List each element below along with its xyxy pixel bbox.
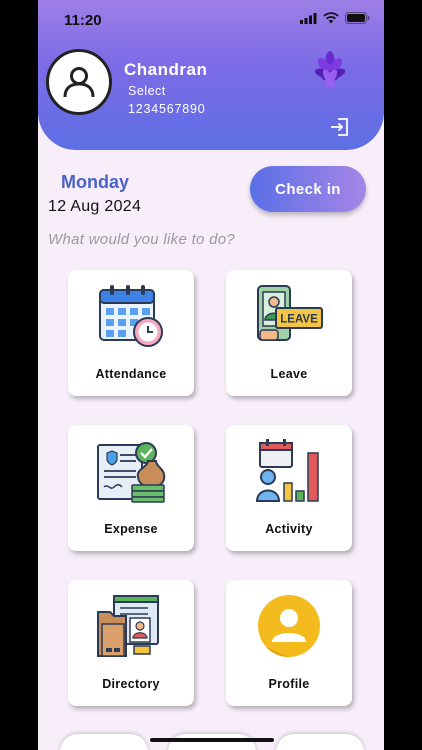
- menu-card-attendance[interactable]: Attendance: [68, 270, 194, 396]
- user-role-select[interactable]: Select: [128, 84, 166, 98]
- user-icon: [63, 67, 95, 98]
- status-icons: [300, 12, 370, 24]
- lotus-logo-icon: [314, 51, 346, 88]
- menu-label-profile: Profile: [268, 677, 310, 691]
- leave-sign-icon: LEAVE: [257, 285, 323, 341]
- svg-text:LEAVE: LEAVE: [280, 314, 318, 326]
- action-prompt: What would you like to do?: [48, 231, 236, 248]
- menu-card-expense[interactable]: Expense: [68, 425, 194, 551]
- menu-label-activity: Activity: [265, 522, 313, 536]
- activity-chart-icon: [255, 439, 319, 502]
- menu-card-directory[interactable]: Directory: [68, 580, 194, 706]
- expense-document-icon: [97, 442, 166, 503]
- current-day: Monday: [61, 172, 130, 192]
- current-date: 12 Aug 2024: [48, 198, 142, 215]
- avatar[interactable]: [46, 49, 112, 115]
- bottom-nav-item-1[interactable]: [60, 734, 148, 750]
- bottom-nav-item-3[interactable]: [276, 734, 364, 750]
- menu-label-leave: Leave: [270, 367, 308, 381]
- calendar-clock-icon: [99, 285, 163, 347]
- user-phone: 1234567890: [128, 102, 206, 116]
- menu-card-profile[interactable]: Profile: [226, 580, 352, 706]
- app-screen: 11:20 Chandran Select 1234567890 Monday …: [38, 0, 384, 750]
- profile-header: 11:20 Chandran Select 1234567890: [38, 0, 384, 150]
- menu-label-expense: Expense: [104, 522, 158, 536]
- check-in-button[interactable]: Check in: [250, 166, 366, 212]
- battery-icon: [345, 12, 370, 24]
- menu-label-attendance: Attendance: [95, 367, 167, 381]
- wifi-icon: [323, 12, 339, 24]
- status-time: 11:20: [64, 12, 102, 29]
- user-name: Chandran: [124, 60, 208, 79]
- menu-label-directory: Directory: [102, 677, 160, 691]
- profile-user-icon: [258, 595, 320, 658]
- menu-card-activity[interactable]: Activity: [226, 425, 352, 551]
- folder-contact-icon: [97, 595, 159, 657]
- signal-icon: [300, 12, 317, 24]
- menu-card-leave[interactable]: LEAVE Leave: [226, 270, 352, 396]
- home-indicator: [150, 738, 274, 742]
- bottom-nav-item-2[interactable]: [168, 734, 256, 750]
- logout-icon[interactable]: [330, 117, 350, 137]
